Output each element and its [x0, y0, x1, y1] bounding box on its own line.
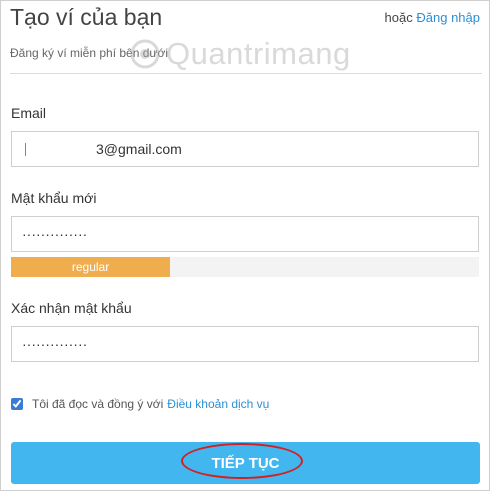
continue-button-label: TIẾP TỤC	[211, 454, 280, 472]
header-divider	[10, 73, 482, 74]
new-password-label: Mật khẩu mới	[11, 190, 97, 206]
email-field[interactable]: 3@gmail.com	[11, 131, 479, 167]
new-password-field[interactable]: ··············	[11, 216, 479, 252]
terms-row: Tôi đã đọc và đồng ý với Điều khoản dịch…	[11, 397, 269, 411]
terms-checkbox[interactable]	[11, 398, 23, 410]
login-prompt: hoặc Đăng nhập	[385, 10, 480, 25]
password-strength-fill: regular	[11, 257, 171, 277]
login-link[interactable]: Đăng nhập	[416, 10, 480, 25]
terms-text: Tôi đã đọc và đồng ý với	[32, 397, 164, 411]
password-strength-label: regular	[71, 260, 110, 274]
or-text: hoặc	[384, 10, 413, 25]
page-title: Tạo ví của bạn	[10, 4, 163, 30]
password-strength-bar: regular	[11, 257, 479, 277]
confirm-password-value: ··············	[22, 336, 88, 352]
text-caret	[25, 142, 26, 156]
page-subtitle: Đăng ký ví miễn phí bên dưới	[10, 46, 168, 60]
email-label: Email	[11, 105, 47, 121]
terms-link[interactable]: Điều khoản dịch vụ	[167, 397, 269, 411]
confirm-password-label: Xác nhận mật khẩu	[11, 300, 132, 316]
confirm-password-field[interactable]: ··············	[11, 326, 479, 362]
new-password-value: ··············	[22, 226, 88, 242]
email-value: 3@gmail.com	[96, 141, 182, 157]
continue-button[interactable]: TIẾP TỤC	[11, 442, 480, 484]
